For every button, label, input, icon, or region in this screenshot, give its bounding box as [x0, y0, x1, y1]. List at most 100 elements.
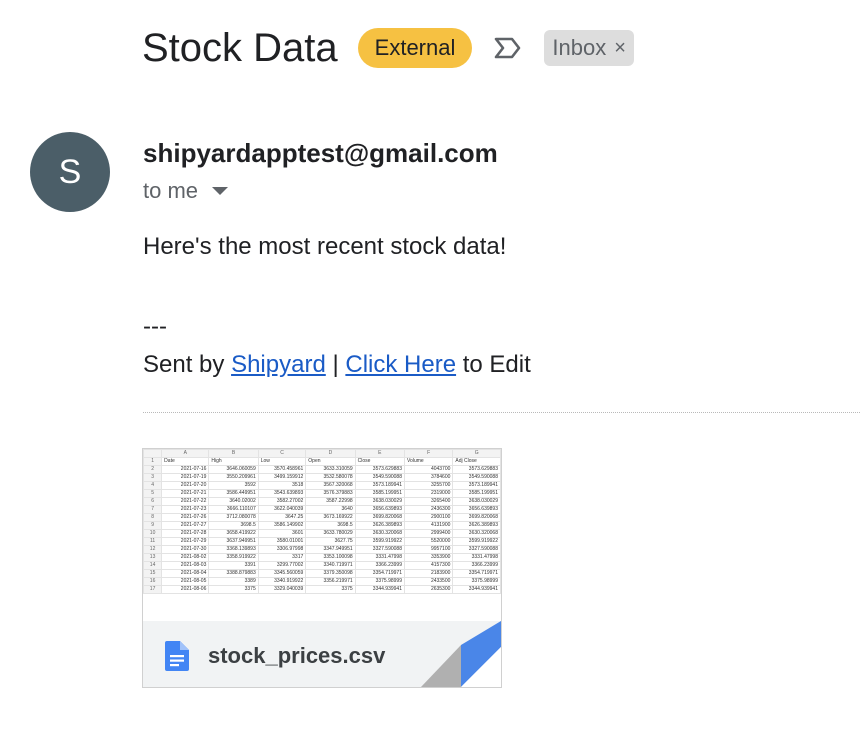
table-cell: 2436300: [403, 505, 454, 514]
table-cell: 3353900: [403, 553, 454, 562]
table-cell: 3656.639893: [452, 505, 501, 514]
important-marker-icon[interactable]: [494, 35, 522, 61]
signature-line: Sent by Shipyard | Click Here to Edit: [143, 351, 531, 379]
table-cell: 3550.209961: [208, 473, 259, 482]
table-cell: Low: [257, 457, 307, 466]
column-letter: B: [208, 449, 259, 458]
attachments-divider: [143, 412, 860, 413]
table-row: 13 2021-08-02 3358.919922 3317 3353.100098 33…: [143, 553, 501, 562]
table-cell: 3599.919922: [452, 537, 501, 546]
table-cell: 9957100: [403, 545, 454, 554]
table-row: 8 2021-07-26 3712.080078 3647.25 3673.169922…: [143, 513, 501, 522]
avatar[interactable]: S: [30, 132, 110, 212]
recipient-details[interactable]: to me: [143, 178, 229, 204]
table-cell: 3587.22998: [305, 497, 356, 506]
row-number: 13: [143, 553, 163, 562]
table-cell: 3549.590088: [354, 473, 406, 482]
to-edit-text: to Edit: [456, 351, 531, 378]
table-cell: 2999400: [403, 529, 454, 538]
table-cell: 3640.02002: [208, 497, 259, 506]
table-cell: 3573.629883: [452, 465, 501, 474]
table-cell: 3366.23999: [354, 561, 406, 570]
table-cell: 3306.97998: [257, 545, 307, 554]
column-letter: E: [354, 449, 406, 458]
row-number: 11: [143, 537, 163, 546]
table-cell: 3356.219971: [305, 577, 356, 586]
table-cell: 3573.189941: [354, 481, 406, 490]
table-row: 17 2021-08-06 3375 3329.040039 3375 3344.9399…: [143, 585, 501, 594]
sender-email[interactable]: shipyardapptest@gmail.com: [143, 138, 498, 169]
table-cell: 2021-07-26: [161, 513, 210, 522]
attachment-card[interactable]: A B C D E F G 1 Date High Low Open Close Volume Adj Cl…: [142, 448, 502, 688]
table-cell: 3379.350098: [305, 569, 356, 578]
table-row: 10 2021-07-28 3658.419922 3601 3633.780029 36…: [143, 529, 501, 538]
recipient-text: to me: [143, 178, 199, 203]
corner-cell: [143, 449, 163, 458]
chevron-down-icon[interactable]: [212, 187, 229, 195]
attachment-preview: A B C D E F G 1 Date High Low Open Close Volume Adj Cl…: [143, 449, 501, 621]
table-row: 5 2021-07-21 3586.449951 3543.639893 3576.37…: [143, 489, 501, 498]
row-number: 6: [143, 497, 163, 506]
table-cell: 3580.01001: [257, 537, 307, 546]
table-cell: 2021-07-19: [161, 473, 210, 482]
table-cell: 3573.189941: [452, 481, 501, 490]
table-cell: 3633.310059: [305, 465, 356, 474]
table-cell: 3347.949951: [305, 545, 356, 554]
table-cell: Close: [354, 457, 406, 466]
message-body-line: Here's the most recent stock data!: [143, 233, 507, 260]
table-cell: 3344.939941: [354, 585, 406, 594]
table-cell: 3699.820068: [452, 513, 501, 522]
table-cell: 3586.149902: [257, 521, 307, 530]
table-row: 12 2021-07-30 3368.139893 3306.97998 3347.94…: [143, 545, 501, 554]
email-subject: Stock Data: [142, 25, 338, 70]
table-cell: 3698.5: [208, 521, 259, 530]
table-cell: 2021-07-16: [161, 465, 210, 474]
table-cell: 3340.919922: [257, 577, 307, 586]
column-letter: D: [305, 449, 356, 458]
row-number: 9: [143, 521, 163, 530]
table-cell: 2021-08-03: [161, 561, 210, 570]
table-cell: 3599.919922: [354, 537, 406, 546]
table-cell: 3375: [305, 585, 356, 594]
table-cell: 3586.449951: [208, 489, 259, 498]
table-cell: 2021-07-20: [161, 481, 210, 490]
table-cell: 3518: [257, 481, 307, 490]
table-cell: 3633.780029: [305, 529, 356, 538]
sent-by-text: Sent by: [143, 351, 232, 378]
table-cell: 3543.639893: [257, 489, 307, 498]
table-cell: Volume: [403, 457, 454, 466]
subject-row: Stock Data External Inbox ×: [142, 22, 634, 74]
click-here-link[interactable]: Click Here: [345, 351, 456, 378]
table-cell: 3358.919922: [208, 553, 259, 562]
column-letter: C: [257, 449, 307, 458]
table-cell: 3626.389893: [354, 521, 406, 530]
row-number: 7: [143, 505, 163, 514]
shipyard-link[interactable]: Shipyard: [231, 351, 326, 378]
remove-label-icon[interactable]: ×: [614, 37, 626, 60]
inbox-label[interactable]: Inbox ×: [544, 30, 634, 66]
table-cell: 3622.040039: [257, 505, 307, 514]
table-cell: 3375: [208, 585, 259, 594]
table-cell: 3576.379883: [305, 489, 356, 498]
table-cell: 3532.580078: [305, 473, 356, 482]
attachment-filename: stock_prices.csv: [208, 643, 386, 668]
table-cell: 3582.27002: [257, 497, 307, 506]
attachment-footer: stock_prices.csv: [143, 621, 501, 687]
table-cell: 4043700: [403, 465, 454, 474]
table-row: 1 Date High Low Open Close Volume Adj Close: [143, 457, 501, 466]
table-cell: 3391: [208, 561, 259, 570]
table-cell: 3712.080078: [208, 513, 259, 522]
table-cell: 3327.590088: [452, 545, 501, 554]
table-cell: 2021-08-04: [161, 569, 210, 578]
table-cell: 4131900: [403, 521, 454, 530]
table-row: 2 2021-07-16 3646.060059 3570.458961 3633.31…: [143, 465, 501, 474]
table-cell: 3570.458961: [257, 465, 307, 474]
external-label[interactable]: External: [357, 28, 473, 68]
table-cell: 3375.98999: [354, 577, 406, 586]
table-cell: 3658.419922: [208, 529, 259, 538]
table-cell: 3592: [208, 481, 259, 490]
table-cell: Open: [305, 457, 356, 466]
column-letter: F: [403, 449, 454, 458]
table-row: 16 2021-08-05 3389 3340.919922 3356.219971 33…: [143, 577, 501, 586]
table-cell: 4157300: [403, 561, 454, 570]
